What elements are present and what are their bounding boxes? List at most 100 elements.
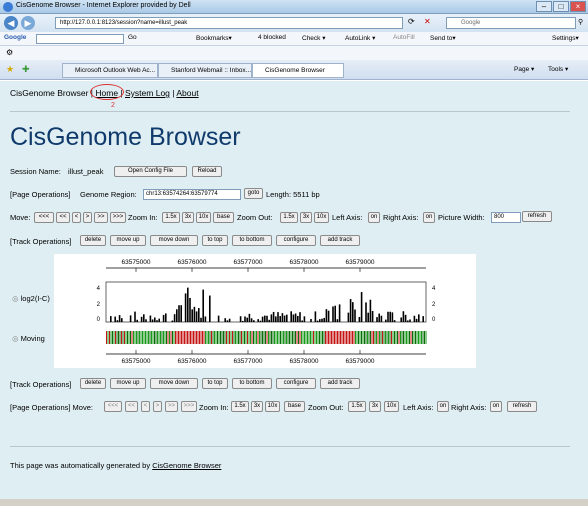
add-favorite-icon[interactable]: ✚ — [22, 64, 30, 75]
search-icon[interactable]: ⚲ — [578, 18, 583, 26]
page-menu[interactable]: Page ▾ — [514, 65, 534, 73]
footer-link[interactable]: CisGenome Browser — [152, 461, 221, 470]
moving-stripe — [415, 331, 416, 344]
moving-stripe — [212, 331, 214, 344]
track-delete-button[interactable]: delete — [80, 235, 106, 246]
track-move-down-button[interactable]: move down — [150, 235, 198, 246]
back-button[interactable]: ◀ — [4, 16, 18, 30]
signal-bar — [134, 311, 136, 322]
zoom-in-1-5x-button-bottom[interactable]: 1.5x — [231, 401, 249, 412]
move-left-more-button-bottom[interactable]: << — [125, 401, 138, 412]
move-right-far-button-bottom[interactable]: >>> — [181, 401, 197, 412]
moving-stripe — [262, 331, 263, 344]
track-move-up-button[interactable]: move up — [110, 235, 146, 246]
search-input[interactable]: Google — [446, 17, 576, 29]
moving-stripe — [277, 331, 278, 344]
track-to-top-button[interactable]: to top — [202, 235, 228, 246]
refresh-icon[interactable]: ⟳ — [408, 17, 415, 26]
zoom-in-base-button-bottom[interactable]: base — [284, 401, 305, 412]
track-add-button-bottom[interactable]: add track — [320, 378, 360, 389]
tools-menu[interactable]: Tools ▾ — [548, 65, 568, 73]
minimize-button[interactable]: – — [536, 1, 552, 12]
move-left-far-button-bottom[interactable]: <<< — [104, 401, 122, 412]
radio-icon[interactable]: ◎ — [12, 334, 19, 343]
move-left-far-button[interactable]: <<< — [34, 212, 54, 223]
google-search-input[interactable] — [36, 34, 124, 44]
forward-button[interactable]: ▶ — [21, 16, 35, 30]
move-right-button[interactable]: > — [83, 212, 92, 223]
track-to-bottom-button[interactable]: to bottom — [232, 235, 272, 246]
zoom-out-10x-button[interactable]: 10x — [314, 212, 329, 223]
browser-image[interactable]: 63575000 63576000 63577000 63578000 63579000… — [54, 254, 476, 368]
zoom-in-10x-button-bottom[interactable]: 10x — [265, 401, 280, 412]
track-to-top-button-bottom[interactable]: to top — [202, 378, 228, 389]
signal-bar — [316, 320, 319, 322]
moving-stripe — [292, 331, 293, 344]
track-add-button[interactable]: add track — [320, 235, 360, 246]
track-configure-button-bottom[interactable]: configure — [276, 378, 316, 389]
zoom-in-1-5x-button[interactable]: 1.5x — [162, 212, 180, 223]
track-to-bottom-button-bottom[interactable]: to bottom — [232, 378, 272, 389]
favorites-star-icon[interactable]: ★ — [6, 64, 14, 75]
reload-button[interactable]: Reload — [192, 166, 222, 177]
radio-icon[interactable]: ◎ — [12, 294, 19, 303]
region-input[interactable]: chr13:63574264:63579774 — [143, 189, 241, 200]
moving-stripe — [191, 331, 193, 344]
zoom-out-1-5x-button[interactable]: 1.5x — [280, 212, 298, 223]
moving-stripe — [257, 331, 259, 344]
settings-button[interactable]: Settings▾ — [552, 34, 579, 42]
right-axis-button[interactable]: on — [423, 212, 435, 223]
refresh-button-bottom[interactable]: refresh — [507, 401, 537, 412]
move-right-more-button[interactable]: >> — [94, 212, 108, 223]
popup-blocked-button[interactable]: 4 blocked — [258, 34, 286, 41]
goto-button[interactable]: goto — [244, 188, 263, 199]
left-axis-button[interactable]: on — [368, 212, 380, 223]
move-right-far-button[interactable]: >>> — [110, 212, 126, 223]
check-button[interactable]: Check ▾ — [302, 34, 326, 42]
close-button[interactable]: × — [570, 1, 586, 12]
track-configure-button[interactable]: configure — [276, 235, 316, 246]
maximize-button[interactable]: □ — [553, 1, 569, 12]
zoom-out-3x-button-bottom[interactable]: 3x — [369, 401, 381, 412]
track-move-down-button-bottom[interactable]: move down — [150, 378, 198, 389]
moving-stripe — [298, 331, 299, 344]
move-right-button-bottom[interactable]: > — [153, 401, 162, 412]
moving-stripe — [163, 331, 164, 344]
picture-width-input[interactable]: 800 — [491, 212, 521, 223]
right-axis-button-bottom[interactable]: on — [490, 401, 502, 412]
moving-stripe — [184, 331, 185, 344]
move-left-button-bottom[interactable]: < — [141, 401, 150, 412]
signal-bar — [156, 320, 158, 322]
bottom-axis-label: 63576000 — [178, 358, 207, 365]
tab-webmail[interactable]: Stanford Webmail :: Inbox... — [158, 63, 252, 78]
gear-icon[interactable]: ⚙ — [6, 48, 13, 57]
sendto-button[interactable]: Send to▾ — [430, 34, 456, 42]
move-right-more-button-bottom[interactable]: >> — [165, 401, 178, 412]
autofill-button[interactable]: AutoFill — [393, 34, 415, 41]
zoom-out-10x-button-bottom[interactable]: 10x — [384, 401, 399, 412]
moving-stripe — [266, 331, 268, 344]
zoom-out-1-5x-button-bottom[interactable]: 1.5x — [348, 401, 366, 412]
zoom-out-3x-button[interactable]: 3x — [300, 212, 312, 223]
zoom-in-base-button[interactable]: base — [213, 212, 234, 223]
move-left-button[interactable]: < — [72, 212, 81, 223]
address-bar: ◀ ▶ http://127.0.0.1:8123/session?name=i… — [0, 14, 588, 32]
zoom-in-3x-button[interactable]: 3x — [182, 212, 194, 223]
open-config-button[interactable]: Open Config File — [114, 166, 187, 177]
left-axis-button-bottom[interactable]: on — [437, 401, 449, 412]
move-left-more-button[interactable]: << — [56, 212, 70, 223]
url-input[interactable]: http://127.0.0.1:8123/session?name=illus… — [55, 17, 403, 29]
bookmarks-button[interactable]: Bookmarks▾ — [196, 34, 232, 42]
track-move-up-button-bottom[interactable]: move up — [110, 378, 146, 389]
autolink-button[interactable]: AutoLink ▾ — [345, 34, 375, 42]
system-log-link[interactable]: System Log — [125, 88, 170, 98]
about-link[interactable]: About — [176, 88, 198, 98]
track-delete-button-bottom[interactable]: delete — [80, 378, 106, 389]
stop-icon[interactable]: ✕ — [424, 17, 431, 26]
zoom-in-10x-button[interactable]: 10x — [196, 212, 211, 223]
zoom-in-3x-button-bottom[interactable]: 3x — [251, 401, 263, 412]
tab-cisgenome[interactable]: CisGenome Browser — [252, 63, 344, 78]
tab-outlook[interactable]: Microsoft Outlook Web Ac... — [62, 63, 158, 78]
google-go-button[interactable]: Go — [128, 34, 137, 41]
refresh-button[interactable]: refresh — [522, 211, 552, 222]
